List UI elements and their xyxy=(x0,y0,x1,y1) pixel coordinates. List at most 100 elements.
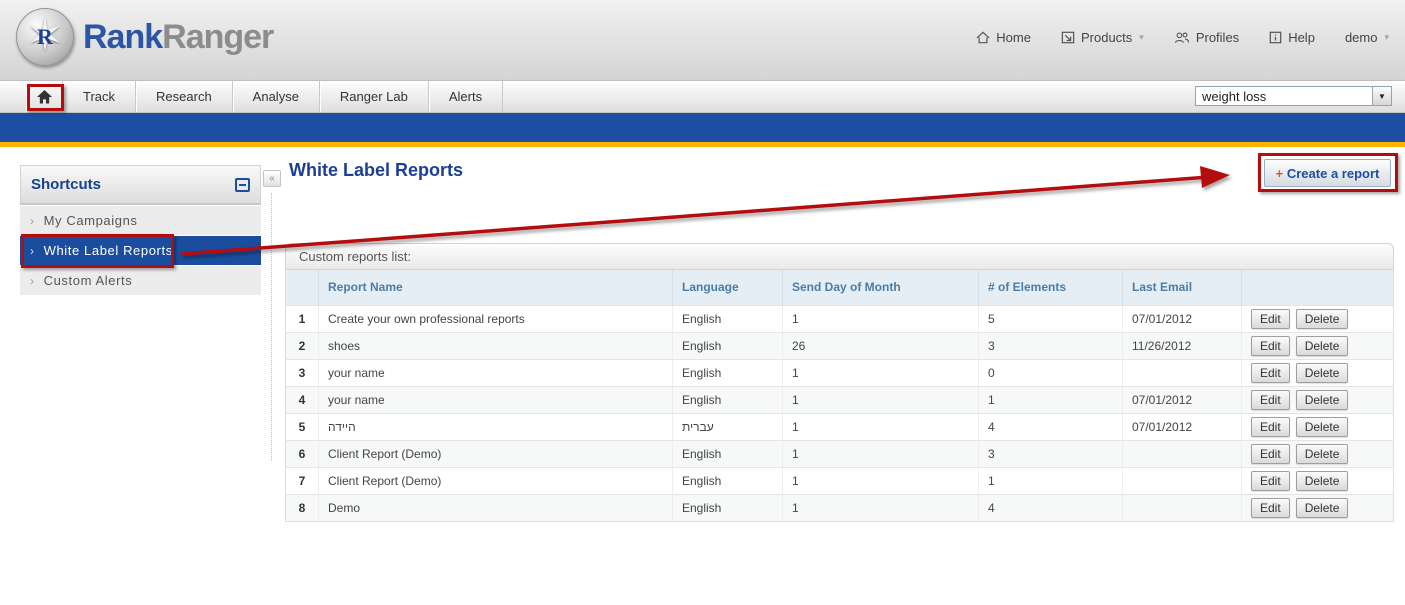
edit-button[interactable]: Edit xyxy=(1251,363,1290,383)
edit-button[interactable]: Edit xyxy=(1251,471,1290,491)
brand-logo: ✶ R RankRanger xyxy=(16,8,273,66)
table-row: 7Client Report (Demo)English11EditDelete xyxy=(286,467,1394,494)
edit-button[interactable]: Edit xyxy=(1251,390,1290,410)
cell-elements: 1 xyxy=(979,467,1123,494)
cell-actions: Edit Delete xyxy=(1242,386,1394,413)
tab-home[interactable] xyxy=(26,81,63,112)
cell-send-day: 1 xyxy=(783,440,979,467)
home-solid-icon xyxy=(37,90,52,104)
sidebar-item-custom-alerts[interactable]: ›Custom Alerts xyxy=(20,266,261,295)
edit-button[interactable]: Edit xyxy=(1251,336,1290,356)
cell-language: English xyxy=(673,359,783,386)
cell-last-email: 11/26/2012 xyxy=(1123,332,1242,359)
sidebar-item-my-campaigns[interactable]: ›My Campaigns xyxy=(20,206,261,235)
reports-table-container: Custom reports list: Report NameLanguage… xyxy=(285,243,1394,522)
campaign-select[interactable]: weight loss ▼ xyxy=(1195,86,1392,106)
nav-item-help[interactable]: Help xyxy=(1269,30,1315,45)
home-icon xyxy=(976,31,990,44)
table-row: 4your nameEnglish1107/01/2012EditDelete xyxy=(286,386,1394,413)
cell-report-name: היידה xyxy=(319,413,673,440)
cell-row-number: 1 xyxy=(286,305,319,332)
delete-button[interactable]: Delete xyxy=(1296,498,1349,518)
delete-button[interactable]: Delete xyxy=(1296,471,1349,491)
edit-button[interactable]: Edit xyxy=(1251,417,1290,437)
cell-send-day: 1 xyxy=(783,386,979,413)
cell-actions: Edit Delete xyxy=(1242,413,1394,440)
delete-button[interactable]: Delete xyxy=(1296,336,1349,356)
campaign-select-value: weight loss xyxy=(1196,87,1372,105)
cell-send-day: 1 xyxy=(783,305,979,332)
tab-ranger-lab[interactable]: Ranger Lab xyxy=(320,81,429,112)
nav-item-home[interactable]: Home xyxy=(976,30,1031,45)
shortcuts-sidebar: Shortcuts ›My Campaigns›White Label Repo… xyxy=(20,165,261,295)
table-row: 6Client Report (Demo)English13EditDelete xyxy=(286,440,1394,467)
dropdown-arrow-icon[interactable]: ▼ xyxy=(1372,87,1391,105)
create-report-label: Create a report xyxy=(1287,166,1379,181)
sidebar-header: Shortcuts xyxy=(20,165,261,205)
edit-button[interactable]: Edit xyxy=(1251,309,1290,329)
cell-actions: Edit Delete xyxy=(1242,332,1394,359)
tab-analyse[interactable]: Analyse xyxy=(233,81,320,112)
nav-item-products[interactable]: Products▾ xyxy=(1061,30,1144,45)
cell-report-name: Client Report (Demo) xyxy=(319,440,673,467)
cell-send-day: 26 xyxy=(783,332,979,359)
cell-send-day: 1 xyxy=(783,494,979,521)
table-row: 5היידהעברית1407/01/2012 Edit Delete xyxy=(286,413,1394,440)
delete-button[interactable]: Delete xyxy=(1296,309,1349,329)
cell-elements: 5 xyxy=(979,305,1123,332)
delete-button[interactable]: Delete xyxy=(1296,417,1349,437)
cell-language: English xyxy=(673,305,783,332)
cell-last-email xyxy=(1123,494,1242,521)
col-header--of-elements: # of Elements xyxy=(979,270,1123,305)
table-caption: Custom reports list: xyxy=(285,243,1394,270)
collapse-panel-button[interactable]: « xyxy=(263,170,281,187)
table-row: 8DemoEnglish14EditDelete xyxy=(286,494,1394,521)
cell-row-number: 2 xyxy=(286,332,319,359)
cell-actions: Edit Delete xyxy=(1242,440,1394,467)
delete-button[interactable]: Delete xyxy=(1296,390,1349,410)
col-header-row-number xyxy=(286,270,319,305)
cell-last-email xyxy=(1123,359,1242,386)
help-icon xyxy=(1269,31,1282,44)
reports-table: Report NameLanguageSend Day of Month# of… xyxy=(285,270,1394,522)
nav-item-label: Help xyxy=(1288,30,1315,45)
cell-elements: 4 xyxy=(979,413,1123,440)
chevron-right-icon: › xyxy=(30,274,35,288)
nav-item-profiles[interactable]: Profiles xyxy=(1174,30,1239,45)
cell-report-name: shoes xyxy=(319,332,673,359)
cell-language: עברית xyxy=(673,413,783,440)
cell-elements: 4 xyxy=(979,494,1123,521)
cell-last-email: 07/01/2012 xyxy=(1123,305,1242,332)
cell-row-number: 5 xyxy=(286,413,319,440)
cell-send-day: 1 xyxy=(783,359,979,386)
sidebar-item-white-label-reports[interactable]: ›White Label Reports xyxy=(20,236,261,265)
cell-last-email: 07/01/2012 xyxy=(1123,413,1242,440)
caret-down-icon: ▾ xyxy=(1384,32,1389,43)
nav-item-demo[interactable]: demo▾ xyxy=(1345,30,1389,45)
cell-last-email: 07/01/2012 xyxy=(1123,386,1242,413)
delete-button[interactable]: Delete xyxy=(1296,444,1349,464)
cell-language: English xyxy=(673,440,783,467)
col-header-last-email: Last Email xyxy=(1123,270,1242,305)
create-report-button[interactable]: + Create a report xyxy=(1264,159,1391,187)
delete-button[interactable]: Delete xyxy=(1296,363,1349,383)
blue-accent-bar xyxy=(0,113,1405,142)
edit-button[interactable]: Edit xyxy=(1251,444,1290,464)
products-icon xyxy=(1061,31,1075,44)
tab-track[interactable]: Track xyxy=(63,81,136,112)
tab-alerts[interactable]: Alerts xyxy=(429,81,503,112)
cell-report-name: Create your own professional reports xyxy=(319,305,673,332)
minimize-icon[interactable] xyxy=(235,178,250,192)
yellow-accent-line xyxy=(0,142,1405,147)
col-header-actions xyxy=(1242,270,1394,305)
tab-research[interactable]: Research xyxy=(136,81,233,112)
cell-send-day: 1 xyxy=(783,413,979,440)
cell-row-number: 6 xyxy=(286,440,319,467)
cell-row-number: 4 xyxy=(286,386,319,413)
table-row: 1Create your own professional reportsEng… xyxy=(286,305,1394,332)
top-nav: Home Products▾ Profiles Help demo▾ xyxy=(976,30,1389,45)
nav-item-label: Profiles xyxy=(1196,30,1239,45)
tab-bar: TrackResearchAnalyseRanger LabAlerts wei… xyxy=(0,81,1405,113)
edit-button[interactable]: Edit xyxy=(1251,498,1290,518)
cell-row-number: 7 xyxy=(286,467,319,494)
